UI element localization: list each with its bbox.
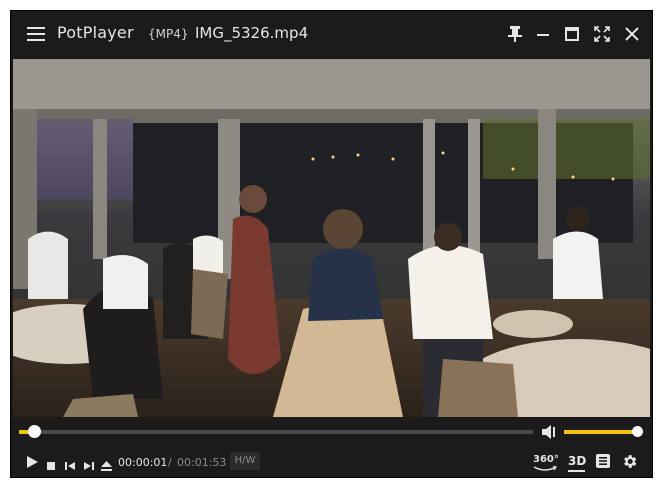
volume-slider-fill: [564, 430, 638, 434]
eject-icon[interactable]: [101, 456, 112, 475]
title-bar[interactable]: PotPlayer {MP4} IMG_5326.mp4: [11, 11, 652, 57]
fullscreen-icon[interactable]: [591, 23, 613, 45]
3d-label: 3D: [568, 454, 587, 468]
volume-slider-handle[interactable]: [632, 426, 643, 437]
seek-bar[interactable]: [19, 425, 533, 438]
settings-gear-icon[interactable]: [621, 453, 638, 474]
total-time: 00:01:53: [177, 456, 227, 469]
hw-decode-button[interactable]: H/W: [230, 452, 260, 470]
close-icon[interactable]: [621, 23, 643, 45]
app-name: PotPlayer: [57, 23, 134, 42]
time-separator: /: [168, 456, 172, 469]
video-frame[interactable]: [13, 59, 650, 417]
volume-icon[interactable]: [541, 424, 559, 440]
pin-icon[interactable]: [504, 23, 526, 45]
playlist-icon[interactable]: [595, 453, 611, 473]
file-format-label: {MP4}: [148, 27, 189, 41]
minimize-icon[interactable]: [532, 23, 554, 45]
seek-row: [11, 419, 652, 445]
current-time: 00:00:01: [118, 456, 168, 469]
stop-icon[interactable]: [46, 456, 56, 475]
play-icon[interactable]: [25, 454, 39, 473]
control-bar: 00:00:01 / 00:01:53 H/W 360° 3D: [11, 447, 652, 477]
maximize-icon[interactable]: [561, 23, 583, 45]
seek-bar-handle[interactable]: [27, 425, 41, 438]
vr-360-label: 360°: [533, 454, 559, 465]
previous-icon[interactable]: [65, 456, 76, 475]
vr-360-button[interactable]: 360°: [533, 454, 559, 471]
file-name: IMG_5326.mp4: [195, 24, 309, 42]
next-icon[interactable]: [83, 456, 94, 475]
volume-slider[interactable]: [564, 426, 643, 437]
3d-button[interactable]: 3D: [568, 454, 587, 472]
menu-icon[interactable]: [27, 25, 47, 43]
player-window: PotPlayer {MP4} IMG_5326.mp4 00:00:01 / …: [10, 10, 653, 478]
